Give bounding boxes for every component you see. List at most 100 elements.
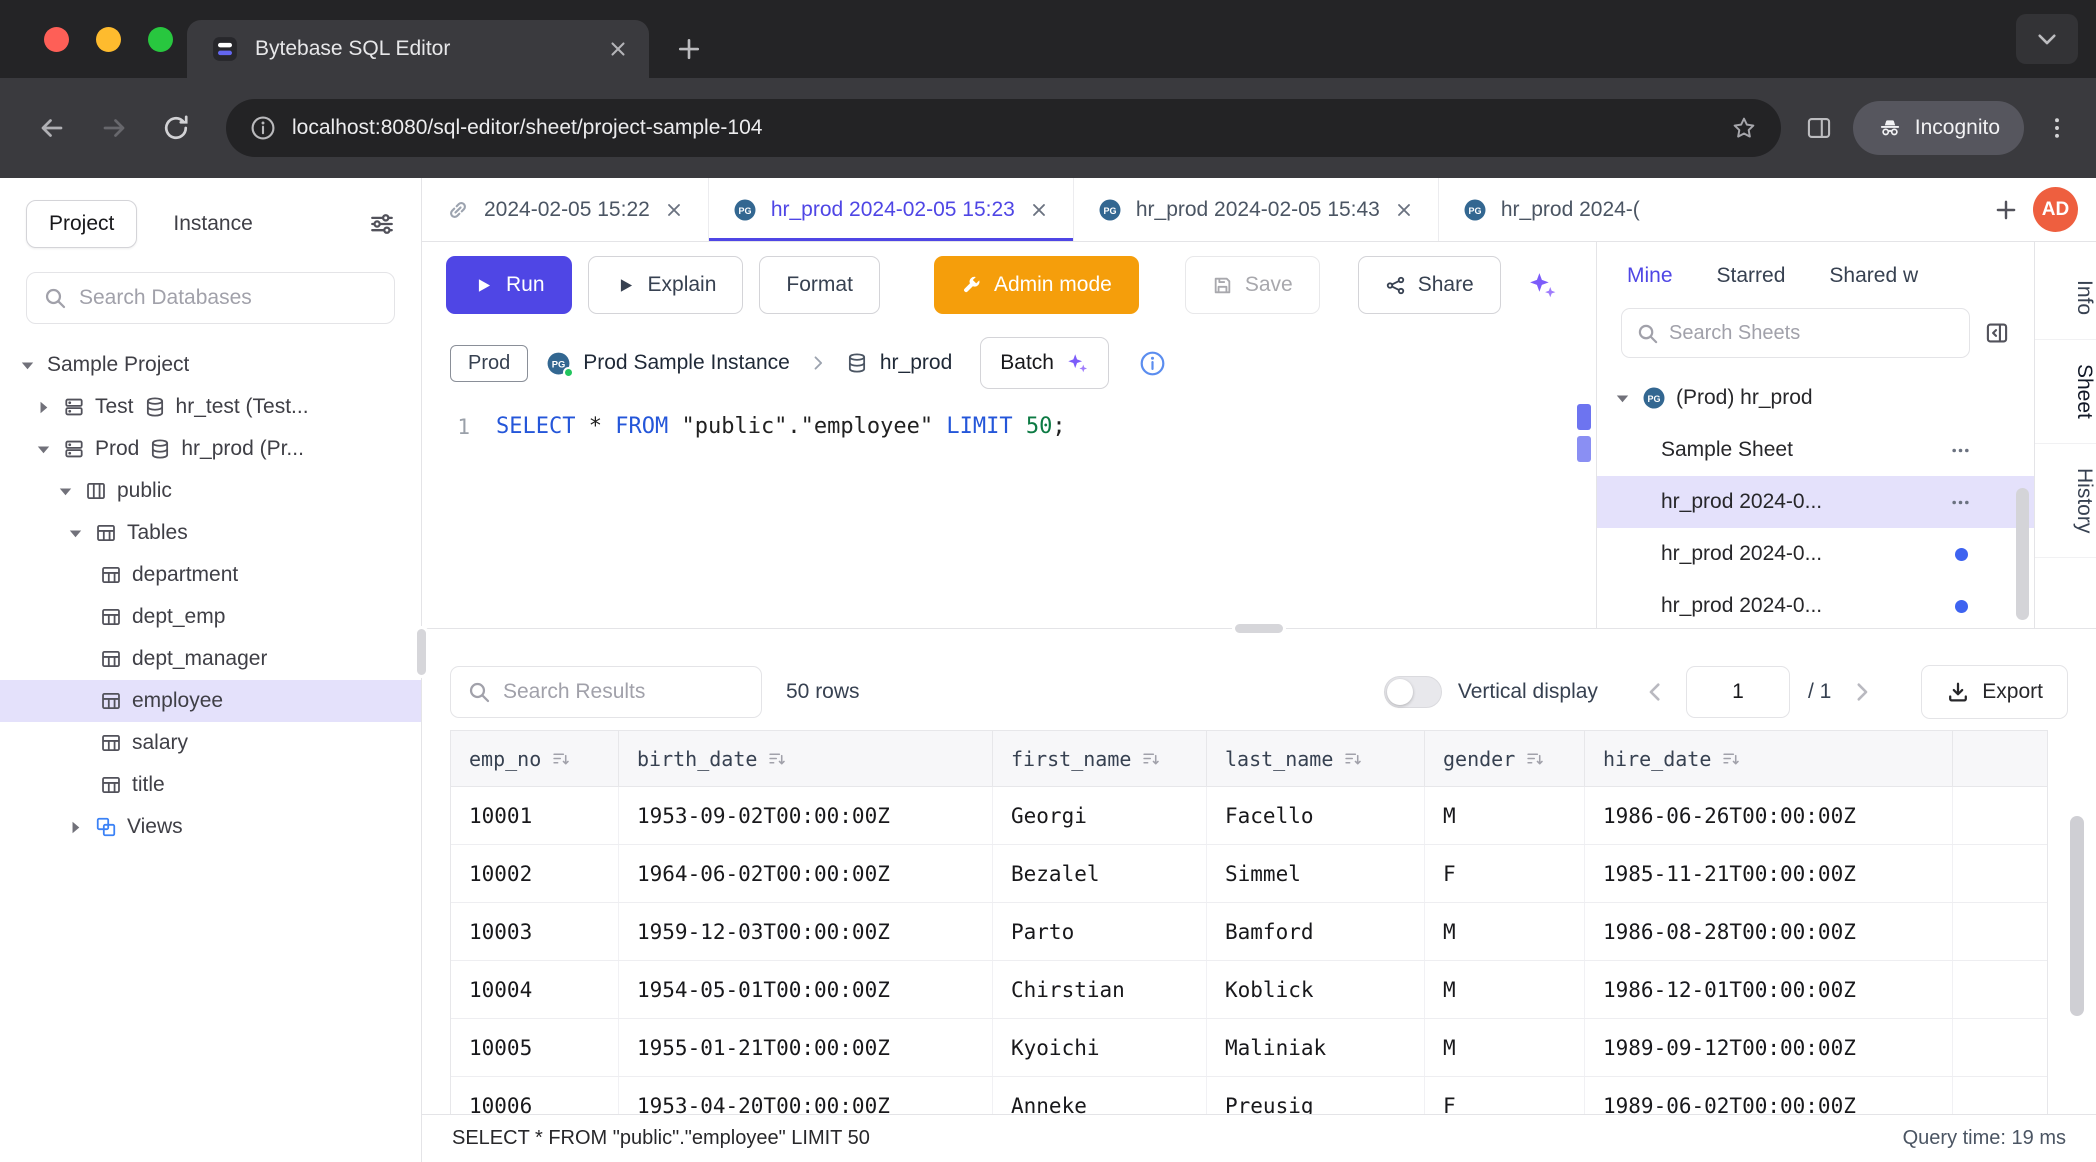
table-cell[interactable]: F: [1425, 845, 1585, 902]
table-cell[interactable]: Anneke: [993, 1077, 1207, 1114]
table-cell[interactable]: F: [1425, 1077, 1585, 1114]
splitter-handle[interactable]: [1232, 621, 1286, 636]
sheet-item-hr-prod-2024-0[interactable]: hr_prod 2024-0...: [1597, 476, 2034, 528]
sheet-tab-hr-prod-2024-02-05-15-43[interactable]: PG hr_prod 2024-02-05 15:43: [1074, 178, 1439, 241]
table-cell[interactable]: 10004: [451, 961, 619, 1018]
table-cell[interactable]: 1986-06-26T00:00:00Z: [1585, 787, 1953, 844]
table-cell[interactable]: 1989-06-02T00:00:00Z: [1585, 1077, 1953, 1114]
ai-sparkles-icon[interactable]: [1527, 270, 1558, 301]
sql-editor[interactable]: 1 SELECT * FROM "public"."employee" LIMI…: [422, 398, 1596, 628]
prev-page-button[interactable]: [1642, 679, 1668, 705]
reload-button[interactable]: [150, 102, 202, 154]
table-cell[interactable]: Simmel: [1207, 845, 1425, 902]
new-tab-button[interactable]: [675, 35, 703, 63]
new-sheet-button[interactable]: [1993, 197, 2019, 223]
panel-tab-history[interactable]: History: [2035, 444, 2096, 558]
table-cell[interactable]: 1955-01-21T00:00:00Z: [619, 1019, 993, 1076]
table-cell[interactable]: Preusig: [1207, 1077, 1425, 1114]
back-button[interactable]: [26, 102, 78, 154]
tree-item-salary[interactable]: salary: [0, 722, 421, 764]
table-cell[interactable]: 1986-12-01T00:00:00Z: [1585, 961, 1953, 1018]
vertical-display-toggle[interactable]: [1384, 676, 1442, 708]
admin-mode-button[interactable]: Admin mode: [934, 256, 1139, 314]
share-button[interactable]: Share: [1358, 256, 1501, 314]
item-menu-icon[interactable]: [1949, 491, 1972, 514]
table-cell[interactable]: M: [1425, 903, 1585, 960]
editor-scrollbar[interactable]: [1577, 404, 1591, 462]
column-header-last-name[interactable]: last_name: [1207, 731, 1425, 786]
column-header-gender[interactable]: gender: [1425, 731, 1585, 786]
table-cell[interactable]: M: [1425, 961, 1585, 1018]
sort-icon[interactable]: [1343, 749, 1362, 768]
tree-item-views[interactable]: Views: [0, 806, 421, 848]
table-cell[interactable]: Bezalel: [993, 845, 1207, 902]
close-sheet-icon[interactable]: [664, 200, 684, 220]
sheet-item-sample-sheet[interactable]: Sample Sheet: [1597, 424, 2034, 476]
item-menu-icon[interactable]: [1949, 439, 1972, 462]
sort-icon[interactable]: [1525, 749, 1544, 768]
tree-item-title[interactable]: title: [0, 764, 421, 806]
close-tab-icon[interactable]: [607, 38, 629, 60]
table-cell[interactable]: Bamford: [1207, 903, 1425, 960]
export-button[interactable]: Export: [1921, 665, 2068, 719]
table-cell[interactable]: Kyoichi: [993, 1019, 1207, 1076]
table-cell[interactable]: Maliniak: [1207, 1019, 1425, 1076]
panel-tab-sheet[interactable]: Sheet: [2035, 340, 2096, 444]
site-info-icon[interactable]: [250, 115, 276, 141]
collapse-panel-icon[interactable]: [1984, 320, 2010, 346]
batch-button[interactable]: Batch: [980, 337, 1109, 389]
tree-item-department[interactable]: department: [0, 554, 421, 596]
page-input[interactable]: [1686, 666, 1790, 718]
browser-tab[interactable]: Bytebase SQL Editor: [187, 20, 649, 78]
close-sheet-icon[interactable]: [1029, 200, 1049, 220]
tree-item-prod[interactable]: Prod hr_prod (Pr...: [0, 428, 421, 470]
sheets-tab-starred[interactable]: Starred: [1717, 264, 1786, 288]
table-cell[interactable]: 1989-09-12T00:00:00Z: [1585, 1019, 1953, 1076]
instance-tab[interactable]: Instance: [173, 212, 252, 236]
sheet-item-hr-prod-2024-0[interactable]: hr_prod 2024-0...: [1597, 580, 2034, 628]
sheet-tab-hr-prod-2024-02-05-15-23[interactable]: PG hr_prod 2024-02-05 15:23: [709, 178, 1074, 241]
tree-item-tables[interactable]: Tables: [0, 512, 421, 554]
sort-icon[interactable]: [551, 749, 570, 768]
environment-chip[interactable]: Prod: [450, 345, 528, 382]
table-cell[interactable]: 1985-11-21T00:00:00Z: [1585, 845, 1953, 902]
window-zoom-button[interactable]: [148, 27, 173, 52]
close-sheet-icon[interactable]: [1394, 200, 1414, 220]
table-cell[interactable]: M: [1425, 1019, 1585, 1076]
sheet-tab-2024-02-05-15-22[interactable]: 2024-02-05 15:22: [422, 178, 709, 241]
table-cell[interactable]: Koblick: [1207, 961, 1425, 1018]
url-bar[interactable]: localhost:8080/sql-editor/sheet/project-…: [226, 99, 1781, 157]
table-cell[interactable]: M: [1425, 787, 1585, 844]
tree-item-test[interactable]: Test hr_test (Test...: [0, 386, 421, 428]
table-cell[interactable]: Chirstian: [993, 961, 1207, 1018]
tree-item-dept-manager[interactable]: dept_manager: [0, 638, 421, 680]
sheet-item-hr-prod-2024-0[interactable]: hr_prod 2024-0...: [1597, 528, 2034, 580]
explain-button[interactable]: Explain: [588, 256, 744, 314]
sheet-list-scrollbar[interactable]: [2016, 402, 2029, 620]
table-cell[interactable]: Parto: [993, 903, 1207, 960]
next-page-button[interactable]: [1849, 679, 1875, 705]
column-header-birth-date[interactable]: birth_date: [619, 731, 993, 786]
table-cell[interactable]: Facello: [1207, 787, 1425, 844]
table-cell[interactable]: 10003: [451, 903, 619, 960]
sort-icon[interactable]: [1721, 749, 1740, 768]
run-button[interactable]: Run: [446, 256, 572, 314]
sheets-tab-shared-w[interactable]: Shared w: [1829, 264, 1918, 288]
table-cell[interactable]: 10006: [451, 1077, 619, 1114]
table-cell[interactable]: 1964-06-02T00:00:00Z: [619, 845, 993, 902]
database-breadcrumb[interactable]: hr_prod: [846, 351, 952, 375]
tree-item-dept-emp[interactable]: dept_emp: [0, 596, 421, 638]
table-cell[interactable]: Georgi: [993, 787, 1207, 844]
panel-tab-info[interactable]: Info: [2035, 256, 2096, 340]
tree-item-employee[interactable]: employee: [0, 680, 421, 722]
window-minimize-button[interactable]: [96, 27, 121, 52]
sidebar-resize-handle[interactable]: [414, 626, 429, 678]
sort-icon[interactable]: [767, 749, 786, 768]
table-cell[interactable]: 1953-04-20T00:00:00Z: [619, 1077, 993, 1114]
format-button[interactable]: Format: [759, 256, 880, 314]
database-search[interactable]: [26, 272, 395, 324]
column-header-emp-no[interactable]: emp_no: [451, 731, 619, 786]
sheet-search[interactable]: [1621, 308, 1970, 358]
bookmark-star-icon[interactable]: [1731, 115, 1757, 141]
info-icon[interactable]: [1139, 350, 1166, 377]
